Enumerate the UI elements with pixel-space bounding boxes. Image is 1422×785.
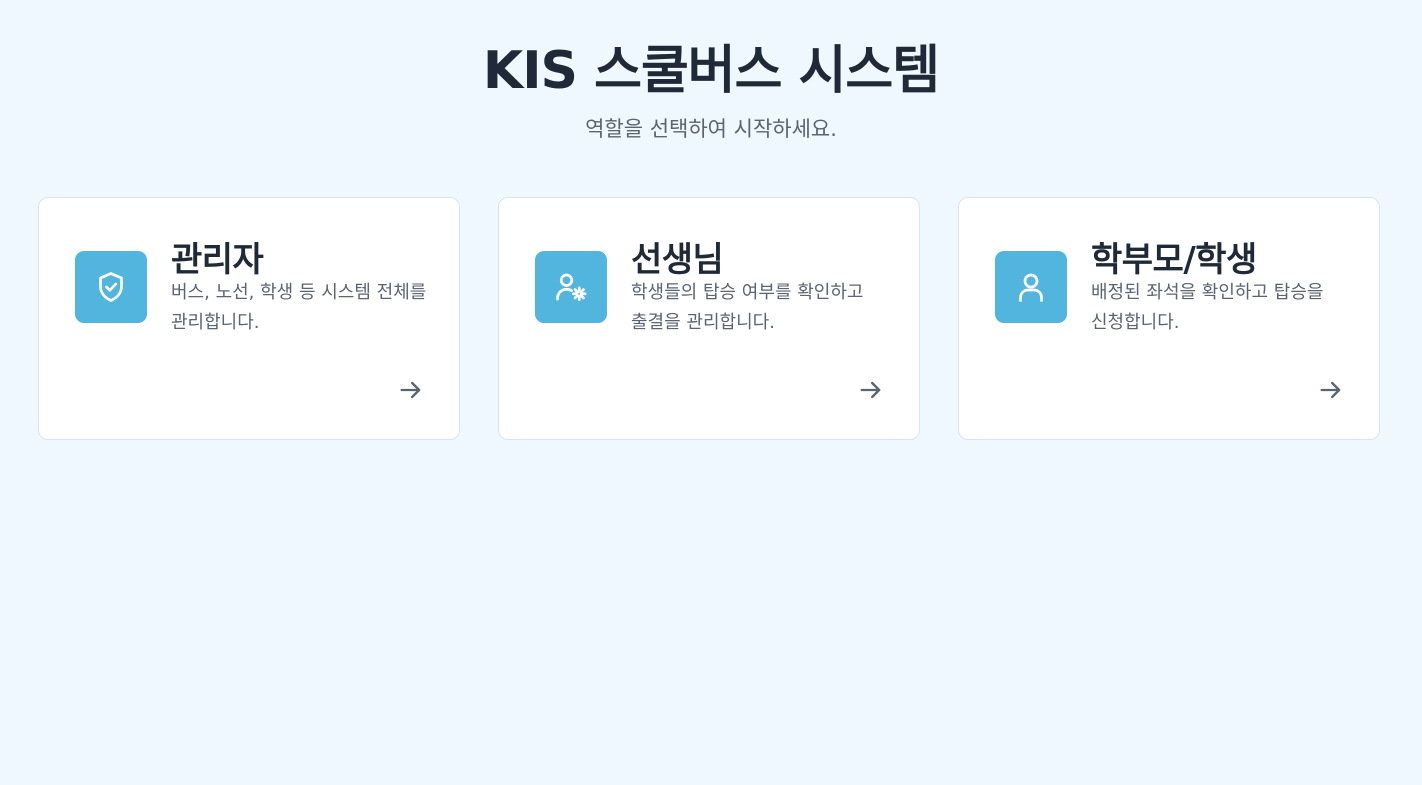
role-card-title: 학부모/학생	[1091, 240, 1257, 280]
arrow-right-icon	[397, 376, 425, 404]
page-subtitle: 역할을 선택하여 시작하세요.	[585, 117, 837, 141]
page-title: KIS 스쿨버스 시스템	[482, 41, 940, 101]
role-card-description: 학생들의 탑승 여부를 확인하고 출결을 관리합니다.	[631, 282, 864, 333]
role-selection-page: KIS 스쿨버스 시스템 역할을 선택하여 시작하세요. 관리자 버스, 노선,…	[0, 0, 1422, 785]
role-card-teacher[interactable]: 선생님 학생들의 탑승 여부를 확인하고 출결을 관리합니다.	[498, 197, 920, 440]
role-card-title: 선생님	[631, 240, 724, 280]
role-card-admin[interactable]: 관리자 버스, 노선, 학생 등 시스템 전체를 관리합니다.	[38, 197, 460, 440]
arrow-right-icon	[857, 376, 885, 404]
shield-check-icon	[75, 251, 147, 323]
role-card-parent-student[interactable]: 학부모/학생 배정된 좌석을 확인하고 탑승을 신청합니다.	[958, 197, 1380, 440]
role-card-list: 관리자 버스, 노선, 학생 등 시스템 전체를 관리합니다. 선생님 학생들의	[38, 197, 1382, 442]
user-icon	[995, 251, 1067, 323]
user-gear-icon	[535, 251, 607, 323]
arrow-right-icon	[1317, 376, 1345, 404]
role-card-description: 버스, 노선, 학생 등 시스템 전체를 관리합니다.	[171, 282, 427, 333]
role-card-description: 배정된 좌석을 확인하고 탑승을 신청합니다.	[1091, 282, 1324, 333]
role-card-title: 관리자	[171, 240, 264, 280]
